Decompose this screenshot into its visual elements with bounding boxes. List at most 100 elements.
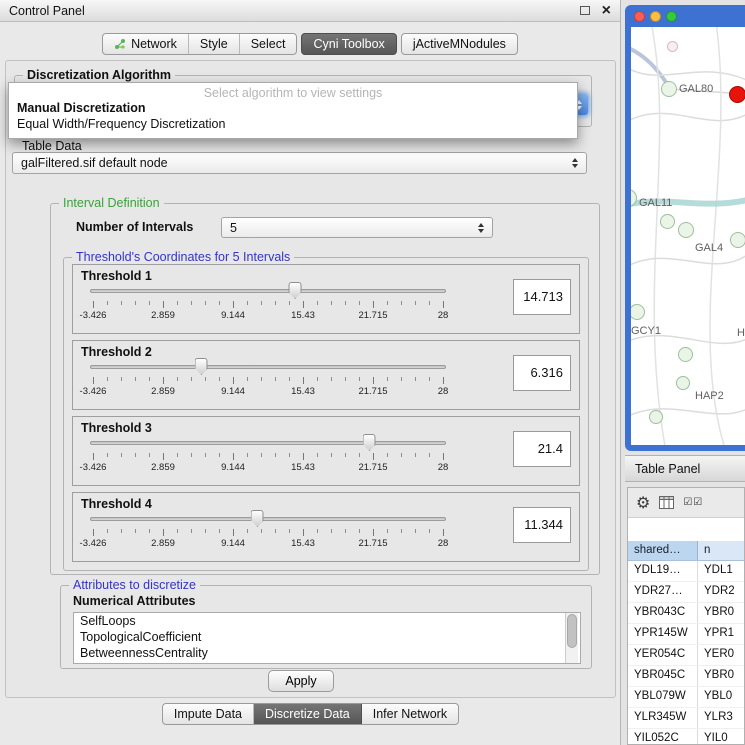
slider-track[interactable] [90,517,446,521]
threshold-4-value-field[interactable]: 11.344 [513,507,571,543]
tab-label: Impute Data [174,707,242,721]
top-tab-bar: Network Style Select Cyni Toolbox jActiv… [0,33,620,55]
slider-scale-label: 21.715 [358,386,387,397]
tab-discretize-data[interactable]: Discretize Data [254,704,362,724]
network-node-selected[interactable] [729,86,745,103]
tab-label: Infer Network [373,707,447,721]
table-row[interactable]: YDR27…YDR2 [628,582,744,603]
attributes-group: Attributes to discretize Numerical Attri… [60,585,592,669]
numerical-attributes-list[interactable]: SelfLoopsTopologicalCoefficientBetweenne… [73,612,581,664]
columns-icon[interactable] [659,496,674,509]
bottom-tab-group: Impute Data Discretize Data Infer Networ… [162,703,459,725]
slider-thumb[interactable] [289,282,302,299]
slider-thumb[interactable] [363,434,376,451]
cyni-toolbox-panel: Discretization Algorithm Select algorith… [5,60,616,698]
tab-network[interactable]: Network [103,34,189,54]
minimize-button[interactable] [650,11,661,22]
group-title-thresholds: Threshold's Coordinates for 5 Intervals [72,250,294,264]
table-toolbar-gap [628,518,744,541]
slider-thumb[interactable] [251,510,264,527]
tab-style[interactable]: Style [189,34,240,54]
tab-infer-network[interactable]: Infer Network [362,704,458,724]
table-row[interactable]: YBR045CYBR0 [628,666,744,687]
slider-track[interactable] [90,441,446,445]
scrollbar-thumb[interactable] [567,614,577,648]
table-data-combobox[interactable]: galFiltered.sif default node [12,152,587,174]
tab-jactivemnodules[interactable]: jActiveMNodules [401,33,518,55]
network-node[interactable] [667,41,678,52]
tab-group-main: Network Style Select [102,33,297,55]
node-label: GCY1 [631,325,661,337]
network-node[interactable] [678,222,694,238]
column-header-name[interactable]: n [698,541,744,560]
slider-track[interactable] [90,289,446,293]
slider-thumb[interactable] [195,358,208,375]
threshold-4-slider[interactable]: -3.4262.8599.14415.4321.71528 [83,509,453,561]
zoom-button[interactable] [666,11,677,22]
slider-scale-label: -3.426 [80,386,107,397]
apply-button[interactable]: Apply [268,670,334,692]
slider-scale-label: 2.859 [151,538,175,549]
control-panel-titlebar[interactable]: Control Panel × [0,0,620,22]
threshold-2-slider[interactable]: -3.4262.8599.14415.4321.71528 [83,357,453,409]
desktop: Control Panel × Network Style Select Cyn… [0,0,745,745]
control-panel-window: Control Panel × Network Style Select Cyn… [0,0,621,745]
table-row[interactable]: YPR145WYPR1 [628,624,744,645]
network-node[interactable] [676,376,690,390]
slider-track[interactable] [90,365,446,369]
close-icon[interactable]: × [602,4,611,18]
slider-scale-label: 15.43 [291,310,315,321]
attribute-list-item[interactable]: TopologicalCoefficient [74,629,566,645]
float-window-icon[interactable] [580,6,590,15]
table-row[interactable]: YIL052CYIL0 [628,729,744,745]
number-of-intervals-combobox[interactable]: 5 [221,217,493,238]
window-controls [634,11,677,22]
algorithm-dropdown: Select algorithm to view settings Manual… [8,82,578,139]
number-of-intervals-value: 5 [222,221,474,235]
network-node[interactable] [661,81,677,97]
slider-scale-label: 21.715 [358,538,387,549]
tab-cyni-toolbox[interactable]: Cyni Toolbox [301,33,396,55]
table-row[interactable]: YDL19…YDL1 [628,561,744,582]
algorithm-option[interactable]: Manual Discretization [9,100,577,116]
attribute-list-item[interactable]: SelfLoops [74,613,566,629]
network-node[interactable] [660,214,675,229]
threshold-2-value-field[interactable]: 6.316 [513,355,571,391]
threshold-3-slider[interactable]: -3.4262.8599.14415.4321.71528 [83,433,453,485]
tab-impute-data[interactable]: Impute Data [163,704,254,724]
column-header-shared-name[interactable]: shared… [628,541,698,560]
attribute-list-item[interactable]: BetweennessCentrality [74,645,566,661]
slider-scale-label: -3.426 [80,538,107,549]
network-node[interactable] [678,347,693,362]
list-scrollbar[interactable] [565,613,578,663]
table-row[interactable]: YER054CYER0 [628,645,744,666]
slider-scale-label: 9.144 [221,310,245,321]
close-button[interactable] [634,11,645,22]
algorithm-option[interactable]: Equal Width/Frequency Discretization [9,116,577,132]
table-row[interactable]: YLR345WYLR3 [628,708,744,729]
select-columns-icon[interactable]: ☑☑ [683,497,703,508]
slider-scale-label: -3.426 [80,310,107,321]
bottom-tab-bar: Impute Data Discretize Data Infer Networ… [0,703,621,725]
network-view-window: GAL80 GAL11 GAL4 GCY1 H HAP2 [625,5,745,451]
threshold-4-panel: Threshold 4 -3.4262.8599.14415.4321.7152… [72,492,580,562]
tab-select[interactable]: Select [240,34,297,54]
gear-icon[interactable]: ⚙ [636,495,650,511]
tab-label: jActiveMNodules [413,37,506,51]
network-node[interactable] [730,232,745,248]
slider-scale-label: 28 [438,538,449,549]
threshold-3-value-field[interactable]: 21.4 [513,431,571,467]
network-node[interactable] [649,410,663,424]
table-body: YDL19…YDL1YDR27…YDR2YBR043CYBR0YPR145WYP… [628,561,744,745]
table-row[interactable]: YBL079WYBL0 [628,687,744,708]
table-header-row: shared… n [628,541,744,561]
threshold-1-value-field[interactable]: 14.713 [513,279,571,315]
table-panel-header[interactable]: Table Panel [625,455,745,482]
threshold-1-slider[interactable]: -3.4262.8599.14415.4321.71528 [83,281,453,333]
combo-arrows-icon [474,223,488,233]
threshold-1-panel: Threshold 1 -3.4262.8599.14415.4321.7152… [72,264,580,334]
network-canvas[interactable]: GAL80 GAL11 GAL4 GCY1 H HAP2 [631,27,745,445]
table-row[interactable]: YBR043CYBR0 [628,603,744,624]
slider-scale-label: 9.144 [221,538,245,549]
window-title: Control Panel [9,4,85,18]
